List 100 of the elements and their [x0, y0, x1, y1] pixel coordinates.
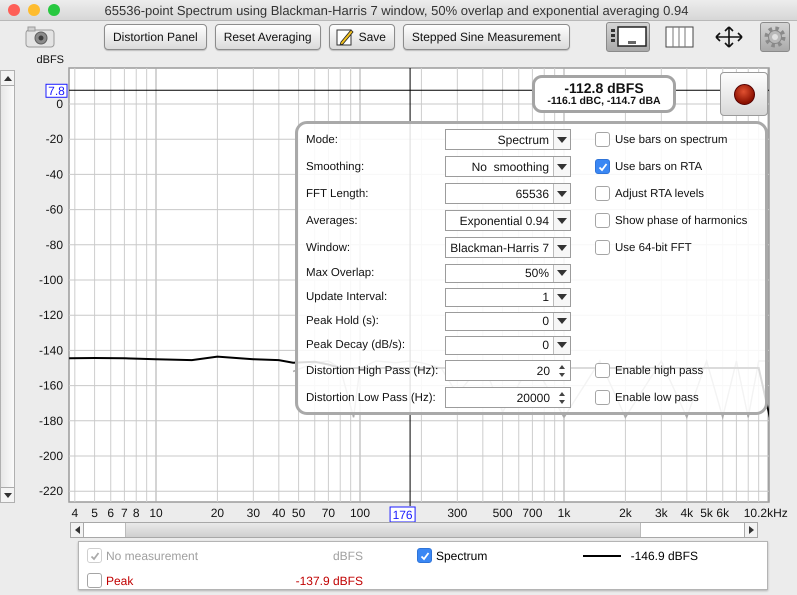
checkbox-label: Use bars on RTA: [615, 160, 702, 172]
caret-icon: [557, 318, 567, 324]
toolbar-button[interactable]: Reset Averaging: [214, 24, 321, 50]
axis-tick-label: 50: [292, 506, 306, 520]
caret-icon: [557, 218, 567, 224]
setting-label: Distortion Low Pass (Hz):: [306, 392, 437, 404]
readout-detail: -116.1 dBC, -114.7 dBA: [547, 96, 661, 108]
setting-label: FFT Length:: [306, 188, 370, 200]
camera-icon[interactable]: [25, 26, 55, 48]
zoom-button[interactable]: [48, 4, 60, 16]
axis-tick-label: 20: [210, 506, 224, 520]
caret-icon: [557, 342, 567, 348]
record-button[interactable]: [720, 72, 768, 116]
setting-label: Update Interval:: [306, 291, 388, 303]
axis-tick-label: 0: [56, 97, 63, 111]
axis-tick-label: 10: [149, 506, 163, 520]
vertical-scrollbar[interactable]: [0, 70, 15, 503]
checkbox[interactable]: [595, 159, 610, 174]
checkbox-label: Show phase of harmonics: [615, 214, 748, 226]
legend-value: -137.9 dBFS: [296, 574, 363, 588]
axis-tick-label: 40: [272, 506, 286, 520]
layout-icon[interactable]: [606, 22, 650, 52]
setting-label: Smoothing:: [306, 160, 366, 172]
dropdown[interactable]: Exponential 0.94: [445, 210, 571, 231]
checkbox-label: Enable low pass: [615, 392, 699, 404]
axis-tick-label: 5: [91, 506, 98, 520]
dropdown[interactable]: 0: [445, 312, 571, 330]
dropdown[interactable]: 65536: [445, 183, 571, 204]
caret-icon: [557, 164, 567, 170]
axis-tick-label: -200: [38, 449, 63, 463]
setting-label: Window:: [306, 242, 352, 254]
legend-value: -146.9 dBFS: [630, 548, 698, 562]
checkbox-label: Use 64-bit FFT: [615, 242, 692, 254]
legend-label: Spectrum: [436, 548, 488, 562]
pencil-icon: [336, 28, 354, 46]
axis-tick-label: 3k: [655, 506, 668, 520]
axis-tick-label: -80: [46, 238, 63, 252]
axis-tick-label: -140: [38, 343, 63, 358]
checkbox[interactable]: [595, 132, 610, 147]
dropdown[interactable]: 0: [445, 336, 571, 354]
checkbox[interactable]: [417, 548, 432, 563]
axis-tick-label: 500: [492, 506, 513, 520]
axis-tick-label: 1k: [558, 506, 570, 520]
window-title: 65536-point Spectrum using Blackman-Harris 7 window, 50% overlap and exponential averaging 0.94: [104, 2, 690, 18]
checkbox[interactable]: [595, 186, 610, 201]
cursor-value-label: 7.8: [46, 84, 68, 98]
toolbar-button[interactable]: Stepped Sine Measurement: [402, 24, 570, 50]
axis-tick-label: -120: [38, 308, 63, 322]
save-button[interactable]: Save: [328, 24, 395, 50]
axis-tick-label: 30: [246, 506, 260, 520]
close-button[interactable]: [8, 4, 20, 16]
dropdown[interactable]: Blackman-Harris 7: [445, 237, 571, 258]
checkbox[interactable]: [595, 363, 610, 378]
axis-title: dBFS: [36, 54, 64, 66]
settings-icon[interactable]: [760, 22, 790, 52]
checkbox[interactable]: [595, 213, 610, 228]
setting-label: Peak Hold (s):: [306, 315, 380, 327]
dropdown[interactable]: Spectrum: [445, 129, 571, 150]
axis-tick-label: 2k: [619, 506, 632, 520]
axis-tick-label: 300: [447, 506, 468, 520]
axis-tick-label: -20: [46, 132, 63, 146]
setting-label: Distortion High Pass (Hz):: [306, 364, 440, 376]
minimize-button[interactable]: [28, 4, 40, 16]
caret-icon: [557, 294, 567, 300]
axis-tick-label: 6k: [716, 506, 730, 520]
caret-icon: [557, 244, 567, 250]
setting-label: Averages:: [306, 214, 359, 226]
readout-value: -112.8 dBFS: [564, 80, 644, 96]
checkbox-label: Use bars on spectrum: [615, 134, 728, 146]
axis-tick-label: 4: [71, 506, 78, 520]
number-field[interactable]: 20000: [445, 387, 571, 408]
checkbox-label: Enable high pass: [615, 364, 704, 376]
dropdown[interactable]: 50%: [445, 264, 571, 282]
checkbox-label: Adjust RTA levels: [615, 188, 704, 200]
axis-tick-label: -160: [38, 378, 63, 393]
caret-icon: [557, 270, 567, 276]
axis-tick-label: -220: [38, 484, 63, 498]
axis-tick-label: 70: [322, 506, 336, 520]
cursor-value-label: 176: [390, 506, 416, 522]
axis-tick-label: 8: [132, 506, 140, 520]
axis-tick-label: -60: [46, 202, 63, 217]
axis-tick-label: 10.2kHz: [744, 506, 788, 520]
axis-tick-label: 100: [350, 506, 370, 520]
toolbar-button[interactable]: Distortion Panel: [104, 24, 207, 50]
axis-tick-label: 7: [121, 506, 128, 520]
legend-value: dBFS: [332, 548, 363, 562]
setting-label: Max Overlap:: [306, 267, 376, 279]
checkbox[interactable]: [87, 573, 102, 588]
checkbox[interactable]: [595, 390, 610, 405]
caret-icon: [557, 190, 567, 196]
axis-tick-label: -40: [46, 167, 63, 182]
dropdown[interactable]: 1: [445, 288, 571, 306]
axis-tick-label: 6: [107, 506, 114, 520]
checkmark-icon: [418, 550, 430, 562]
dropdown[interactable]: No smoothing: [445, 156, 571, 177]
legend-label: No measurement: [106, 548, 200, 562]
checkbox[interactable]: [595, 240, 610, 255]
axis-tick-label: 4k: [680, 506, 694, 520]
axis-tick-label: -180: [38, 414, 63, 428]
number-field[interactable]: 20: [445, 360, 571, 381]
